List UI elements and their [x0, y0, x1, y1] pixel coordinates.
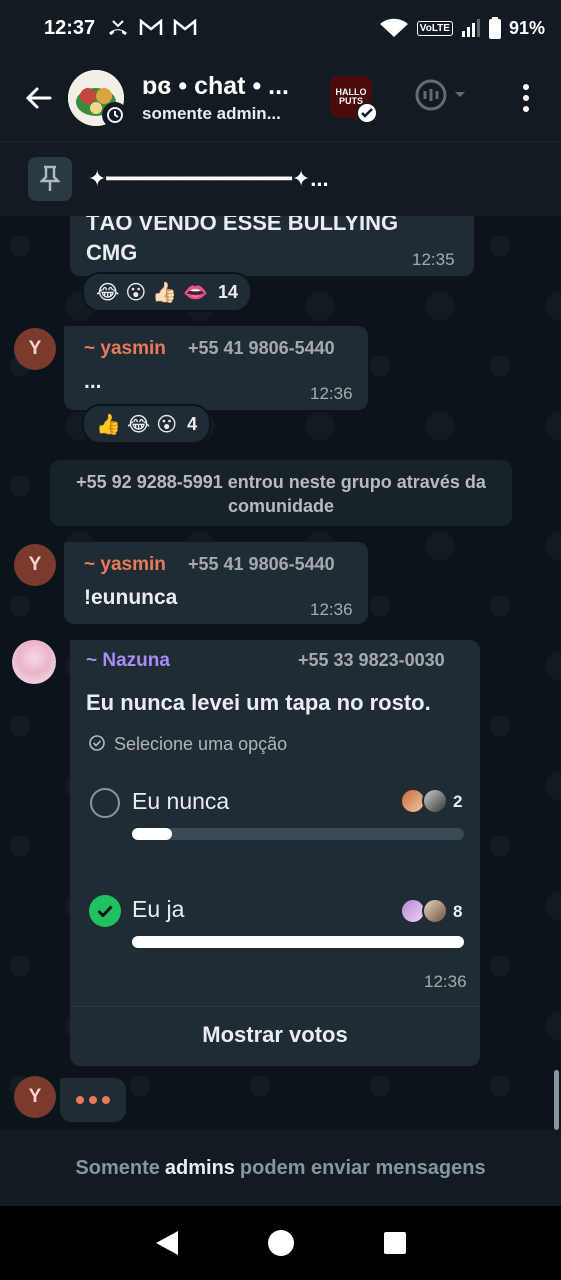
- avatar[interactable]: Y: [14, 328, 56, 370]
- avatar[interactable]: [12, 640, 56, 684]
- poll-hint: Selecione uma opção: [114, 734, 288, 754]
- notice-admins: admins: [164, 1156, 235, 1179]
- message-time: 12:36: [310, 384, 353, 403]
- community-thumbnail[interactable]: HALLO PUTS: [330, 76, 378, 124]
- pinned-text: ✦━━━━━━━━━━━━━━✦...: [88, 166, 329, 191]
- more-options-button[interactable]: [512, 78, 540, 118]
- chat-area[interactable]: TÃO VENDO ESSE BULLYING CMG 12:35 😂 😮 👍🏻…: [0, 216, 561, 1130]
- message-bubble[interactable]: ~ yasmin +55 41 9806-5440 ... 12:36: [64, 326, 368, 410]
- voter-avatar: [422, 788, 448, 814]
- message-time: 12:36: [424, 972, 467, 991]
- group-call-button[interactable]: [414, 78, 466, 112]
- group-avatar[interactable]: [68, 70, 128, 128]
- call-icon: [415, 79, 447, 111]
- status-time: 12:37: [44, 16, 96, 39]
- sender-phone: +55 41 9806-5440: [188, 338, 335, 358]
- poll-message: ~ Nazuna +55 33 9823-0030 Eu nunca levei…: [70, 640, 480, 1066]
- sender-name[interactable]: ~ yasmin: [84, 554, 166, 576]
- system-message: +55 92 9288-5991 entrou neste grupo atra…: [50, 460, 512, 526]
- gmail-icon: [173, 19, 197, 35]
- sender-phone: +55 33 9823-0030: [298, 650, 445, 670]
- poll-option-label[interactable]: Eu ja: [132, 896, 184, 923]
- scrollbar[interactable]: [554, 1070, 559, 1130]
- community-badge: [102, 102, 128, 128]
- volte-badge: VoLTE: [416, 20, 453, 36]
- admins-only-notice: Somente admins podem enviar mensagens: [0, 1130, 561, 1206]
- battery-percent: 91%: [508, 17, 545, 38]
- message-bubble[interactable]: ~ yasmin +55 41 9806-5440 !eununca 12:36: [64, 542, 368, 624]
- reaction-emoji: 😂: [126, 413, 151, 436]
- verified-check-icon: [356, 102, 378, 124]
- typing-indicator: [60, 1078, 126, 1122]
- nav-home-icon[interactable]: [267, 1229, 295, 1257]
- message-text: !eununca: [84, 586, 178, 609]
- notice-prefix: Somente: [75, 1156, 160, 1179]
- wifi-icon: [379, 18, 408, 37]
- pin-icon-box: [28, 157, 72, 201]
- sender-name[interactable]: ~ yasmin: [84, 338, 166, 360]
- nav-recents-icon[interactable]: [383, 1231, 407, 1255]
- missed-call-icon: [109, 20, 128, 35]
- system-nav-bar: [0, 1206, 561, 1280]
- chat-header: ɒɞ • chat • ... somente admin... HALLO P…: [0, 56, 561, 140]
- divider: [70, 1006, 480, 1007]
- check-icon: [97, 905, 113, 917]
- poll-option-radio[interactable]: [90, 788, 120, 818]
- message-bubble[interactable]: TÃO VENDO ESSE BULLYING CMG 12:35: [70, 216, 474, 276]
- reaction-count: 14: [218, 281, 239, 302]
- reaction-emoji: 😮: [156, 413, 178, 436]
- signal-icon: [461, 19, 480, 37]
- arrow-left-icon: [25, 87, 52, 109]
- poll-option-bar-fill: [132, 828, 172, 840]
- poll-option-selected[interactable]: [89, 895, 121, 927]
- message-time: 12:36: [310, 600, 353, 619]
- pin-icon: [40, 165, 60, 191]
- reaction-emoji: 😮: [125, 281, 147, 304]
- avatar[interactable]: Y: [14, 544, 56, 586]
- sender-name[interactable]: ~ Nazuna: [86, 650, 170, 672]
- back-button[interactable]: [14, 74, 62, 122]
- reaction-emoji: 😂: [96, 281, 120, 304]
- poll-option-bar-fill: [132, 936, 464, 948]
- poll-option-label[interactable]: Eu nunca: [132, 788, 229, 815]
- vote-count: 8: [453, 902, 463, 921]
- notice-suffix: podem enviar mensagens: [239, 1156, 486, 1179]
- message-time: 12:35: [412, 250, 455, 269]
- chat-title: ɒɞ • chat • ...: [142, 72, 289, 100]
- clock-icon: [107, 107, 123, 123]
- poll-question: Eu nunca levei um tapa no rosto.: [86, 690, 431, 715]
- reactions-pill[interactable]: 👍 😂 😮 4: [82, 404, 212, 444]
- reaction-emoji: 👄: [183, 281, 209, 304]
- reaction-count: 4: [187, 413, 198, 434]
- pinned-message-bar[interactable]: ✦━━━━━━━━━━━━━━✦...: [0, 141, 561, 216]
- check-circle-icon: [89, 735, 105, 751]
- chat-subtitle: somente admin...: [142, 104, 281, 123]
- poll-option-bar: [132, 936, 464, 948]
- reactions-pill[interactable]: 😂 😮 👍🏻 👄 14: [82, 272, 253, 312]
- message-text: ...: [84, 370, 102, 393]
- sender-phone: +55 41 9806-5440: [188, 554, 335, 574]
- reaction-emoji: 👍: [96, 413, 121, 436]
- avatar[interactable]: Y: [14, 1076, 56, 1118]
- show-votes-button[interactable]: Mostrar votos: [70, 1018, 480, 1052]
- gmail-icon: [139, 19, 163, 35]
- reaction-emoji: 👍🏻: [152, 281, 178, 304]
- chat-title-block[interactable]: ɒɞ • chat • ... somente admin...: [142, 72, 289, 124]
- nav-back-icon[interactable]: [154, 1229, 180, 1257]
- chevron-down-icon: [455, 92, 465, 97]
- message-text: TÃO VENDO ESSE BULLYING CMG: [86, 216, 399, 265]
- status-bar: 12:37 VoLTE 91%: [0, 0, 561, 56]
- poll-option-bar: [132, 828, 464, 840]
- voter-avatar: [422, 898, 448, 924]
- battery-icon: [488, 17, 501, 39]
- vote-count: 2: [453, 792, 463, 811]
